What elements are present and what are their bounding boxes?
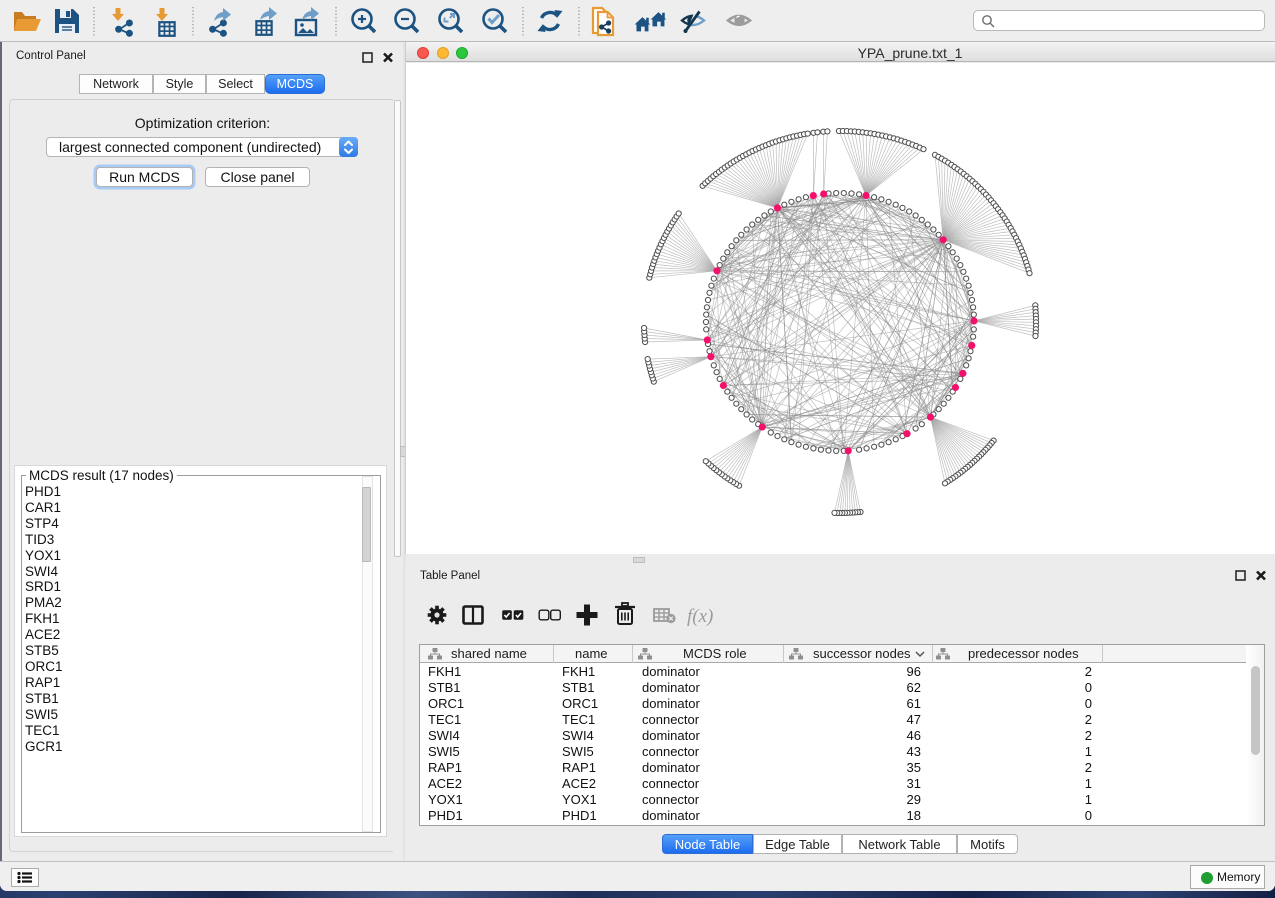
svg-text:f(x): f(x) bbox=[687, 606, 713, 627]
